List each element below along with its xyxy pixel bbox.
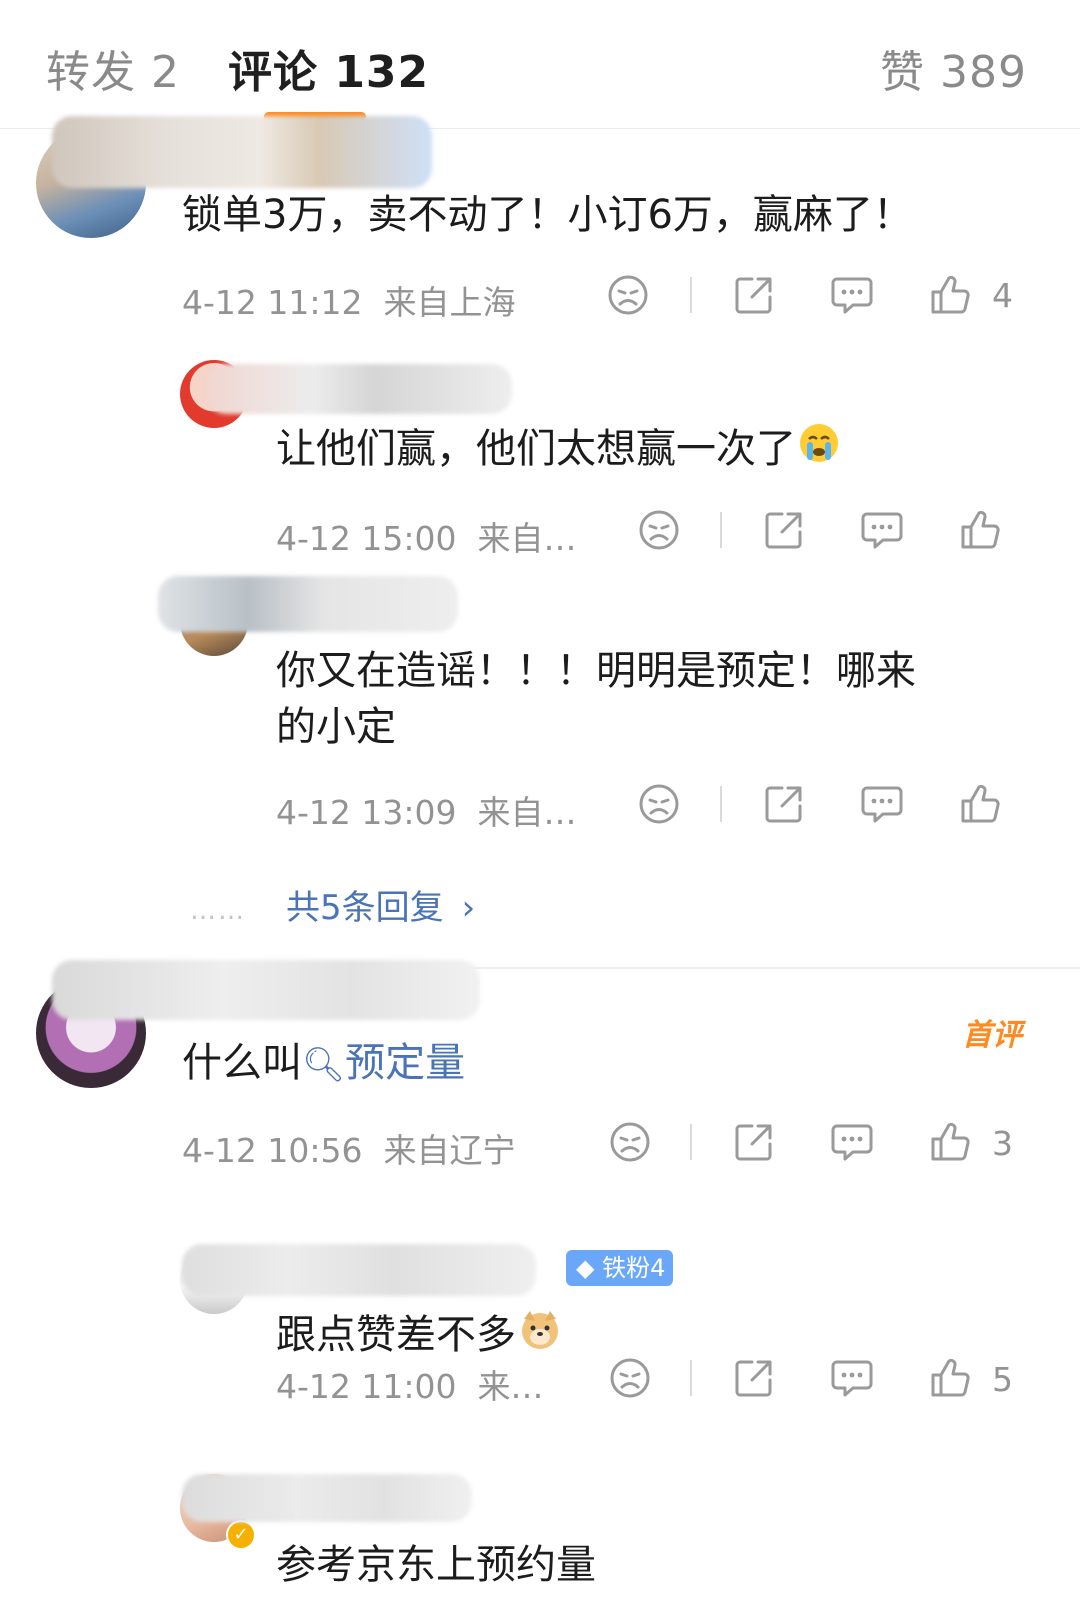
like-icon[interactable] <box>958 508 1002 552</box>
share-icon[interactable] <box>762 508 806 552</box>
reply-icon[interactable] <box>830 1356 874 1400</box>
like-icon[interactable] <box>928 1356 972 1400</box>
comment-timestamp: 4-12 10:56 来自辽宁 <box>182 1131 516 1170</box>
reply-timestamp: 4-12 11:00 来… <box>276 1367 544 1406</box>
reply-timestamp: 4-12 15:00 来自… <box>276 519 577 558</box>
fan-level-badge: ◆ 铁粉4 <box>566 1250 674 1286</box>
reply-icon[interactable] <box>830 273 874 317</box>
reply-timestamp: 4-12 13:09 来自… <box>276 793 577 832</box>
dislike-icon[interactable] <box>608 1356 652 1400</box>
topic-search-link[interactable]: 🔍︎预定量 <box>302 1040 465 1086</box>
username-redacted[interactable] <box>206 364 512 414</box>
divider <box>690 1124 692 1160</box>
dislike-icon[interactable] <box>606 273 650 317</box>
username-redacted[interactable] <box>182 1244 536 1296</box>
like-count: 5 <box>992 1360 1013 1399</box>
username-redacted[interactable] <box>158 576 458 632</box>
dots-divider: …… <box>190 896 246 926</box>
reply-text: 参考京东上预约量 <box>276 1542 596 1588</box>
reply-text-continued: 的小定 <box>276 704 396 750</box>
username-redacted[interactable] <box>52 960 480 1020</box>
divider <box>690 277 692 313</box>
view-more-replies-link[interactable]: …… 共5条回复 › <box>190 880 475 929</box>
reply-icon[interactable] <box>830 1120 874 1164</box>
divider <box>720 512 722 548</box>
share-icon[interactable] <box>732 1356 776 1400</box>
like-count: 4 <box>992 276 1013 315</box>
like-icon[interactable] <box>958 782 1002 826</box>
reply-text: 让他们赢，他们太想赢一次了 <box>276 420 840 480</box>
dislike-icon[interactable] <box>608 1120 652 1164</box>
like-icon[interactable] <box>928 273 972 317</box>
verified-badge-icon: ✓ <box>226 1520 256 1550</box>
crying-emoji-icon <box>798 422 840 480</box>
username-redacted[interactable] <box>52 116 432 188</box>
reply-icon[interactable] <box>860 782 904 826</box>
divider <box>690 1360 692 1396</box>
share-icon[interactable] <box>732 273 776 317</box>
like-icon[interactable] <box>928 1120 972 1164</box>
search-icon: 🔍︎ <box>302 1045 346 1085</box>
dislike-icon[interactable] <box>637 782 681 826</box>
reply-text: 你又在造谣！！！明明是预定！哪来 <box>276 648 916 694</box>
chevron-right-icon: › <box>461 888 476 928</box>
comment-text: 锁单3万，卖不动了！小订6万，赢麻了！ <box>182 192 913 238</box>
share-icon[interactable] <box>762 782 806 826</box>
reply-text: 跟点赞差不多 <box>276 1306 562 1367</box>
dislike-icon[interactable] <box>637 508 681 552</box>
tab-likes[interactable]: 赞 389 <box>880 36 1027 100</box>
comment-tabs: 转发 2 评论 132 赞 389 <box>0 0 1080 129</box>
doge-emoji-icon <box>518 1307 562 1367</box>
divider <box>720 786 722 822</box>
comment-timestamp: 4-12 11:12 来自上海 <box>182 283 516 322</box>
like-count: 3 <box>992 1124 1013 1163</box>
comment-text: 什么叫🔍︎预定量 <box>182 1040 466 1086</box>
username-redacted[interactable] <box>182 1474 472 1522</box>
tab-repost[interactable]: 转发 2 <box>46 36 180 100</box>
reply-icon[interactable] <box>860 508 904 552</box>
tab-comments[interactable]: 评论 132 <box>228 36 429 100</box>
first-comment-badge: 首评 <box>962 1018 1022 1053</box>
share-icon[interactable] <box>732 1120 776 1164</box>
